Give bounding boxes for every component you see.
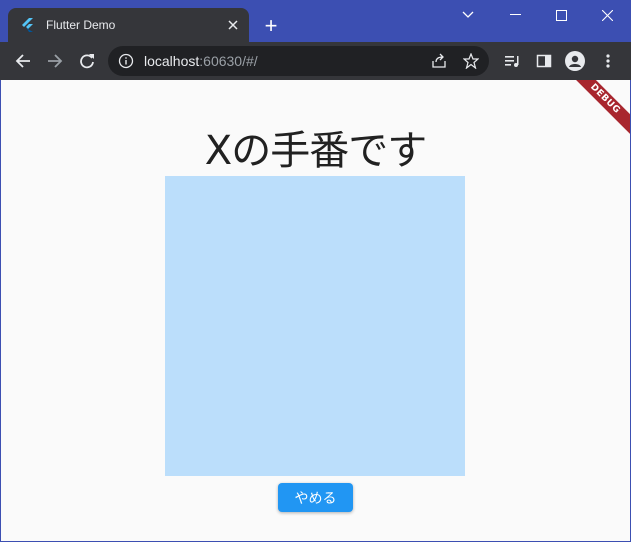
quit-button[interactable]: やめる xyxy=(278,483,353,512)
new-tab-button[interactable]: + xyxy=(258,13,284,39)
browser-toolbar: localhost:60630/#/ xyxy=(0,42,631,80)
tab-title: Flutter Demo xyxy=(46,18,116,32)
profile-avatar-icon[interactable] xyxy=(561,47,589,75)
url-path: :60630/#/ xyxy=(199,53,258,69)
close-window-icon[interactable] xyxy=(584,0,630,30)
tab-search-icon[interactable] xyxy=(445,0,491,30)
address-bar[interactable]: localhost:60630/#/ xyxy=(108,46,489,76)
media-queue-icon[interactable] xyxy=(498,47,526,75)
url-host: localhost xyxy=(144,53,200,69)
forward-arrow-icon[interactable] xyxy=(41,47,69,75)
side-panel-icon[interactable] xyxy=(530,47,558,75)
maximize-icon[interactable] xyxy=(538,0,584,30)
url-text: localhost:60630/#/ xyxy=(144,53,258,69)
minimize-icon[interactable] xyxy=(492,0,538,30)
game-board[interactable] xyxy=(165,176,465,476)
site-info-icon[interactable] xyxy=(118,53,134,73)
page-content: Xの手番です やめる DEBUG xyxy=(1,80,630,541)
share-icon[interactable] xyxy=(431,53,447,73)
turn-heading: Xの手番です xyxy=(204,128,427,174)
bookmark-star-icon[interactable] xyxy=(462,52,480,73)
flutter-logo-icon xyxy=(20,17,36,33)
tab-close-icon[interactable] xyxy=(223,15,243,35)
reload-icon[interactable] xyxy=(73,47,101,75)
tab-strip: Flutter Demo + xyxy=(0,0,631,42)
back-arrow-icon[interactable] xyxy=(9,47,37,75)
menu-kebab-icon[interactable] xyxy=(594,47,622,75)
browser-tab[interactable]: Flutter Demo xyxy=(8,8,249,42)
